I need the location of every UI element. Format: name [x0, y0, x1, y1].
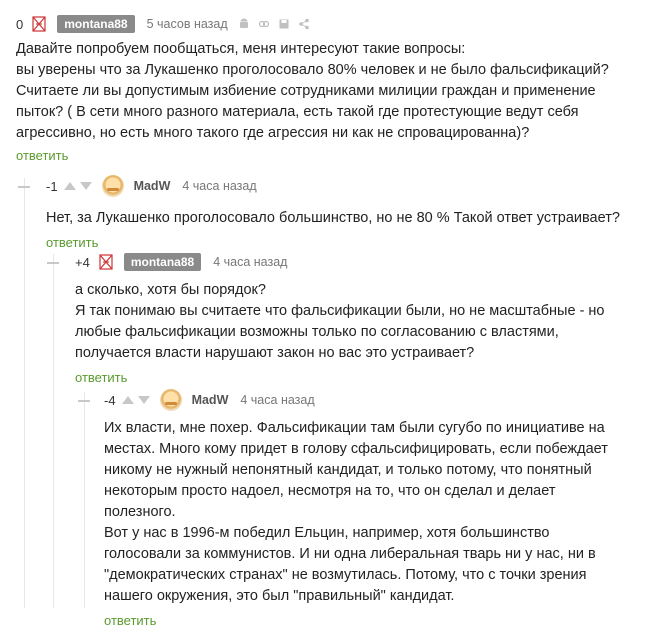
comment-author[interactable]: MadW — [192, 393, 229, 407]
comment-text: Давайте попробуем пообщаться, меня интер… — [16, 41, 609, 141]
downvote-icon[interactable] — [137, 396, 150, 404]
avatar[interactable] — [159, 389, 182, 411]
comment-text: Их власти, мне похер. Фальсификации там … — [104, 420, 608, 604]
collapse-toggle[interactable] — [18, 186, 30, 198]
comment-time[interactable]: 4 часа назад — [240, 393, 314, 407]
comment-text: Нет, за Лукашенко проголосовало большинс… — [46, 210, 620, 226]
comment-time[interactable]: 4 часа назад — [182, 179, 256, 193]
reply-link[interactable]: ответить — [104, 613, 634, 628]
comment: -1 MadW 4 часа назад Нет, за Лукашенко п… — [46, 175, 636, 250]
android-icon — [239, 18, 248, 28]
comment-author[interactable]: MadW — [134, 179, 171, 193]
comment-author[interactable]: montana88 — [57, 15, 135, 33]
comment: +4 montana88 4 часа назад а сколько, хот… — [75, 252, 635, 385]
collapse-toggle[interactable] — [78, 400, 90, 412]
upvote-icon[interactable] — [121, 396, 134, 404]
comment-header: +4 montana88 4 часа назад — [75, 252, 635, 272]
comment: 0 montana88 5 часов назад Давайте попроб… — [16, 14, 636, 163]
link-icon[interactable] — [258, 18, 270, 30]
collapse-toggle[interactable] — [47, 262, 59, 274]
crossed-avatar-icon — [32, 16, 46, 32]
thread-line — [24, 178, 25, 608]
comment: -4 MadW 4 часа назад Их власти, мне похе… — [104, 389, 634, 628]
reply-link[interactable]: ответить — [16, 148, 636, 163]
avatar[interactable] — [101, 175, 124, 197]
comment-text: а сколько, хотя бы порядок? Я так понима… — [75, 282, 605, 361]
reply-link[interactable]: ответить — [46, 235, 636, 250]
comment-header: -1 MadW 4 часа назад — [46, 175, 636, 197]
crossed-avatar-icon — [99, 254, 113, 270]
comment-header: -4 MadW 4 часа назад — [104, 389, 634, 411]
comment-time[interactable]: 5 часов назад — [147, 17, 228, 31]
comment-time[interactable]: 4 часа назад — [213, 255, 287, 269]
reply-link[interactable]: ответить — [75, 370, 635, 385]
save-icon[interactable] — [278, 18, 290, 30]
thread-line — [84, 392, 85, 608]
thread-line — [53, 254, 54, 608]
comment-author[interactable]: montana88 — [123, 253, 202, 271]
downvote-icon[interactable] — [79, 182, 92, 190]
comment-rating: -4 — [104, 392, 116, 408]
comment-rating: +4 — [75, 254, 90, 270]
share-icon[interactable] — [298, 18, 310, 30]
comment-rating: -1 — [46, 178, 58, 194]
upvote-icon[interactable] — [63, 182, 76, 190]
comment-rating: 0 — [16, 16, 24, 32]
comment-header: 0 montana88 5 часов назад — [16, 14, 636, 34]
